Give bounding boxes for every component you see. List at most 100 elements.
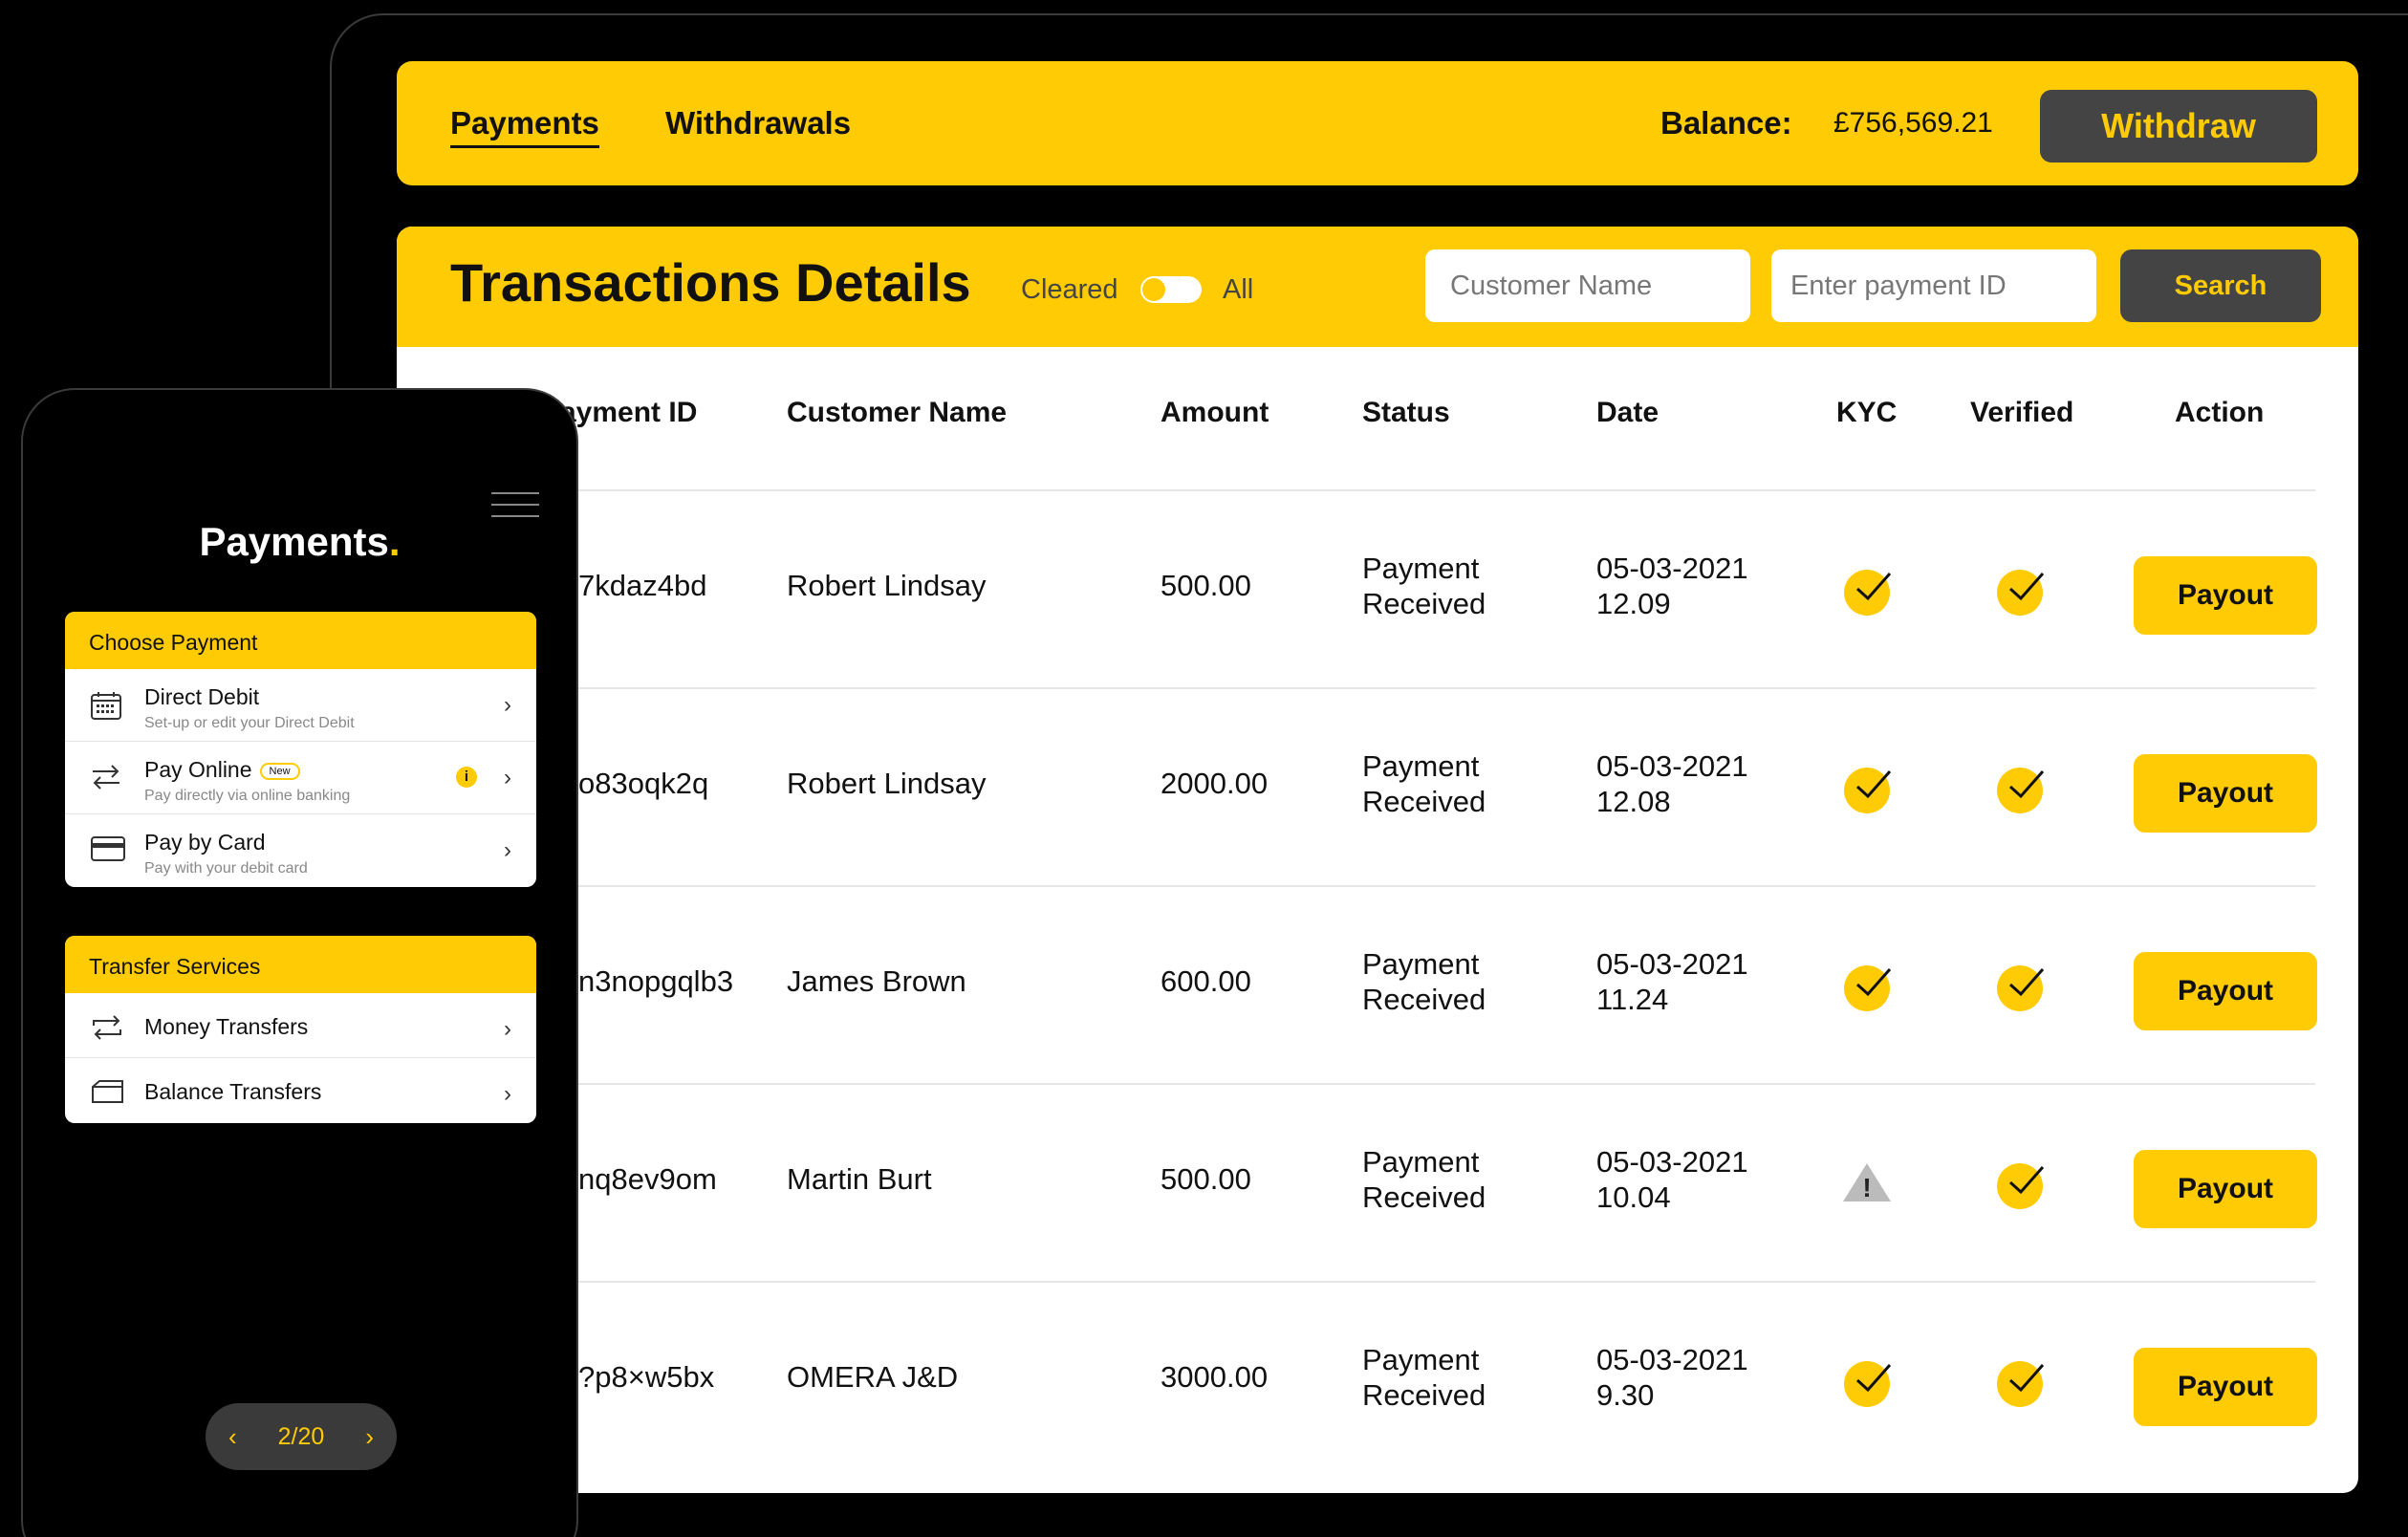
transfer-services-heading: Transfer Services bbox=[65, 936, 536, 993]
info-icon[interactable]: i bbox=[456, 767, 477, 788]
payment-id-input[interactable] bbox=[1771, 249, 2096, 322]
top-navigation-bar: Payments Withdrawals Balance: £756,569.2… bbox=[397, 61, 2358, 185]
time-cell: 12.08 bbox=[1596, 785, 1671, 818]
credit-card-icon bbox=[90, 835, 126, 867]
loop-arrows-icon bbox=[90, 1012, 124, 1048]
kyc-check-icon bbox=[1844, 768, 1892, 813]
payout-button[interactable]: Payout bbox=[2134, 1348, 2317, 1426]
list-item-money-transfers[interactable]: Money Transfers › bbox=[65, 993, 536, 1058]
tab-payments[interactable]: Payments bbox=[450, 105, 599, 148]
balance-value: £756,569.21 bbox=[1833, 107, 1993, 139]
payout-button[interactable]: Payout bbox=[2134, 1150, 2317, 1228]
pay-by-card-subtitle: Pay with your debit card bbox=[144, 860, 308, 877]
table-row: o83oqk2q Robert Lindsay 2000.00 Payment Rece… bbox=[397, 687, 2358, 885]
kyc-check-icon bbox=[1844, 965, 1892, 1011]
status-line-1: Payment bbox=[1362, 947, 1480, 981]
table-row: n3nopgqlb3 James Brown 600.00 Payment Receiv… bbox=[397, 885, 2358, 1083]
verified-check-icon bbox=[1997, 1361, 2045, 1407]
money-transfers-title: Money Transfers bbox=[144, 1014, 309, 1039]
date-cell: 05-03-2021 bbox=[1596, 1145, 1748, 1179]
chevron-right-icon: › bbox=[504, 1081, 511, 1107]
table-row: 7kdaz4bd Robert Lindsay 500.00 Payment Recei… bbox=[397, 489, 2358, 687]
withdraw-button[interactable]: Withdraw bbox=[2040, 90, 2317, 162]
payment-id-cell: nq8ev9om bbox=[578, 1162, 717, 1196]
row-divider bbox=[397, 489, 2315, 491]
pager-label: 2/20 bbox=[277, 1422, 325, 1450]
table-row: ?p8×w5bx OMERA J&D 3000.00 Payment Received 0… bbox=[397, 1281, 2358, 1479]
payment-id-cell: o83oqk2q bbox=[578, 767, 709, 800]
choose-payment-card: Choose Payment Direct Debit Set-up or ed… bbox=[65, 612, 536, 887]
time-cell: 10.04 bbox=[1596, 1180, 1671, 1214]
payout-button[interactable]: Payout bbox=[2134, 952, 2317, 1030]
column-header-kyc[interactable]: KYC bbox=[1836, 397, 1897, 429]
payment-id-cell: 7kdaz4bd bbox=[578, 569, 707, 602]
balance-transfers-title: Balance Transfers bbox=[144, 1079, 322, 1104]
transfer-arrows-icon bbox=[90, 763, 122, 796]
amount-cell: 600.00 bbox=[1161, 964, 1251, 998]
customer-name-input[interactable] bbox=[1425, 249, 1750, 322]
pay-online-label: Pay Online bbox=[144, 757, 252, 782]
toggle-knob bbox=[1142, 278, 1165, 301]
toggle-label-all: All bbox=[1223, 274, 1254, 305]
status-line-2: Received bbox=[1362, 1180, 1486, 1214]
list-item-balance-transfers[interactable]: Balance Transfers › bbox=[65, 1058, 536, 1123]
hamburger-menu-icon[interactable] bbox=[491, 492, 539, 517]
row-divider bbox=[397, 687, 2315, 689]
column-header-customer-name[interactable]: Customer Name bbox=[787, 397, 1007, 429]
calendar-icon bbox=[90, 690, 122, 725]
status-line-2: Received bbox=[1362, 785, 1486, 818]
mobile-title-dot: . bbox=[388, 519, 401, 564]
column-header-date[interactable]: Date bbox=[1596, 397, 1659, 429]
time-cell: 11.24 bbox=[1596, 983, 1669, 1016]
kyc-warning-icon: ! bbox=[1841, 1159, 1893, 1210]
direct-debit-title: Direct Debit bbox=[144, 684, 260, 709]
list-item-pay-online[interactable]: Pay Online New Pay directly via online ba… bbox=[65, 742, 536, 814]
mobile-title-text: Payments bbox=[199, 519, 389, 564]
cleared-all-toggle[interactable] bbox=[1140, 276, 1202, 303]
customer-name-cell: Robert Lindsay bbox=[787, 569, 987, 602]
column-header-payment-id[interactable]: ayment ID bbox=[560, 397, 697, 429]
payout-button[interactable]: Payout bbox=[2134, 754, 2317, 833]
transactions-panel: Transactions Details Cleared All Search … bbox=[397, 227, 2358, 1493]
table-row: nq8ev9om Martin Burt 500.00 Payment Received… bbox=[397, 1083, 2358, 1281]
balance-label: Balance: bbox=[1660, 105, 1792, 141]
tab-withdrawals[interactable]: Withdrawals bbox=[665, 105, 851, 141]
list-item-pay-by-card[interactable]: Pay by Card Pay with your debit card › bbox=[65, 814, 536, 887]
time-cell: 9.30 bbox=[1596, 1378, 1655, 1412]
date-cell: 05-03-2021 bbox=[1596, 1343, 1748, 1376]
amount-cell: 500.00 bbox=[1161, 1162, 1251, 1196]
column-header-status[interactable]: Status bbox=[1362, 397, 1450, 429]
customer-name-cell: OMERA J&D bbox=[787, 1360, 959, 1394]
phone-frame: Payments. Choose Payment Direct Debit Se… bbox=[21, 388, 578, 1537]
status-line-2: Received bbox=[1362, 587, 1486, 620]
pager-next-icon[interactable]: › bbox=[365, 1422, 374, 1452]
row-divider bbox=[397, 1083, 2315, 1085]
payout-button[interactable]: Payout bbox=[2134, 556, 2317, 635]
choose-payment-heading: Choose Payment bbox=[65, 612, 536, 669]
customer-name-cell: Robert Lindsay bbox=[787, 767, 987, 800]
pager: ‹ 2/20 › bbox=[206, 1403, 397, 1470]
column-header-verified[interactable]: Verified bbox=[1970, 397, 2073, 429]
payment-id-cell: n3nopgqlb3 bbox=[578, 964, 734, 998]
row-divider bbox=[397, 1281, 2315, 1283]
list-item-direct-debit[interactable]: Direct Debit Set-up or edit your Direct … bbox=[65, 669, 536, 742]
customer-name-cell: Martin Burt bbox=[787, 1162, 932, 1196]
row-divider bbox=[397, 885, 2315, 887]
mobile-title: Payments. bbox=[23, 519, 576, 565]
customer-name-cell: James Brown bbox=[787, 964, 966, 998]
date-cell: 05-03-2021 bbox=[1596, 947, 1748, 981]
amount-cell: 2000.00 bbox=[1161, 767, 1269, 800]
verified-check-icon bbox=[1997, 1163, 2045, 1209]
pay-online-subtitle: Pay directly via online banking bbox=[144, 788, 351, 804]
direct-debit-subtitle: Set-up or edit your Direct Debit bbox=[144, 715, 355, 731]
column-header-action[interactable]: Action bbox=[2175, 397, 2264, 429]
status-line-2: Received bbox=[1362, 983, 1486, 1016]
column-header-amount[interactable]: Amount bbox=[1161, 397, 1269, 429]
amount-cell: 500.00 bbox=[1161, 569, 1251, 602]
search-button[interactable]: Search bbox=[2120, 249, 2321, 322]
amount-cell: 3000.00 bbox=[1161, 1360, 1269, 1394]
pager-prev-icon[interactable]: ‹ bbox=[228, 1422, 237, 1452]
status-line-1: Payment bbox=[1362, 749, 1480, 783]
time-cell: 12.09 bbox=[1596, 587, 1671, 620]
chevron-right-icon: › bbox=[504, 765, 511, 790]
